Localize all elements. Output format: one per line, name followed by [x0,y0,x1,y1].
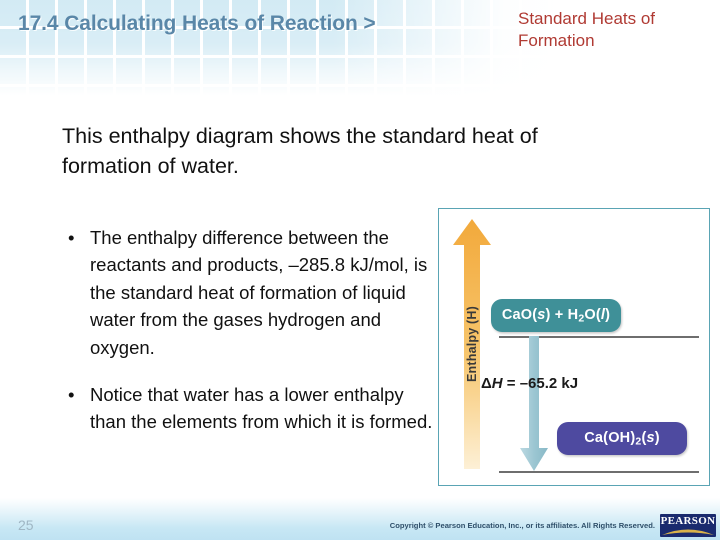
bullet-marker-icon: • [68,227,75,248]
list-item-text: The enthalpy difference between the reac… [90,227,428,358]
delta-h-label-text: ΔH = –65.2 kJ [481,375,579,392]
bullet-marker-icon: • [68,383,75,405]
list-item: • Notice that water has a lower enthalpy… [60,381,440,436]
pearson-logo-text: PEARSON [660,515,716,527]
page-title: 17.4 Calculating Heats of Reaction > [18,12,376,35]
products-label-chip: Ca(OH)2(s) [557,422,687,455]
slide-root: 17.4 Calculating Heats of Reaction > Sta… [0,0,720,540]
pearson-logo-arc-icon [662,529,714,535]
products-label-text: Ca(OH)2(s) [584,429,660,448]
list-item-text: Notice that water has a lower enthalpy t… [90,383,433,433]
page-subtitle: Standard Heats of Formation [518,9,656,51]
page-number: 25 [18,517,34,533]
bullet-list: • The enthalpy difference between the re… [60,224,440,456]
list-item: • The enthalpy difference between the re… [60,224,440,361]
copyright-notice: Copyright © Pearson Education, Inc., or … [389,521,655,530]
products-level-line [499,471,699,473]
reactants-label-text: CaO(s) + H2O(l) [501,306,611,325]
reactants-label-chip: CaO(s) + H2O(l) [491,299,621,332]
enthalpy-diagram: Enthalpy (H) CaO(s) + H2O(l) ΔH = –65.2 … [438,208,710,486]
lead-paragraph: This enthalpy diagram shows the standard… [62,124,538,178]
slide-footer [0,498,720,540]
pearson-logo: PEARSON [660,514,716,537]
enthalpy-diagram-canvas: Enthalpy (H) CaO(s) + H2O(l) ΔH = –65.2 … [439,209,709,485]
enthalpy-axis-arrow-icon [453,219,491,469]
delta-h-arrow-icon [520,336,548,471]
delta-h-label: ΔH = –65.2 kJ [481,375,578,392]
